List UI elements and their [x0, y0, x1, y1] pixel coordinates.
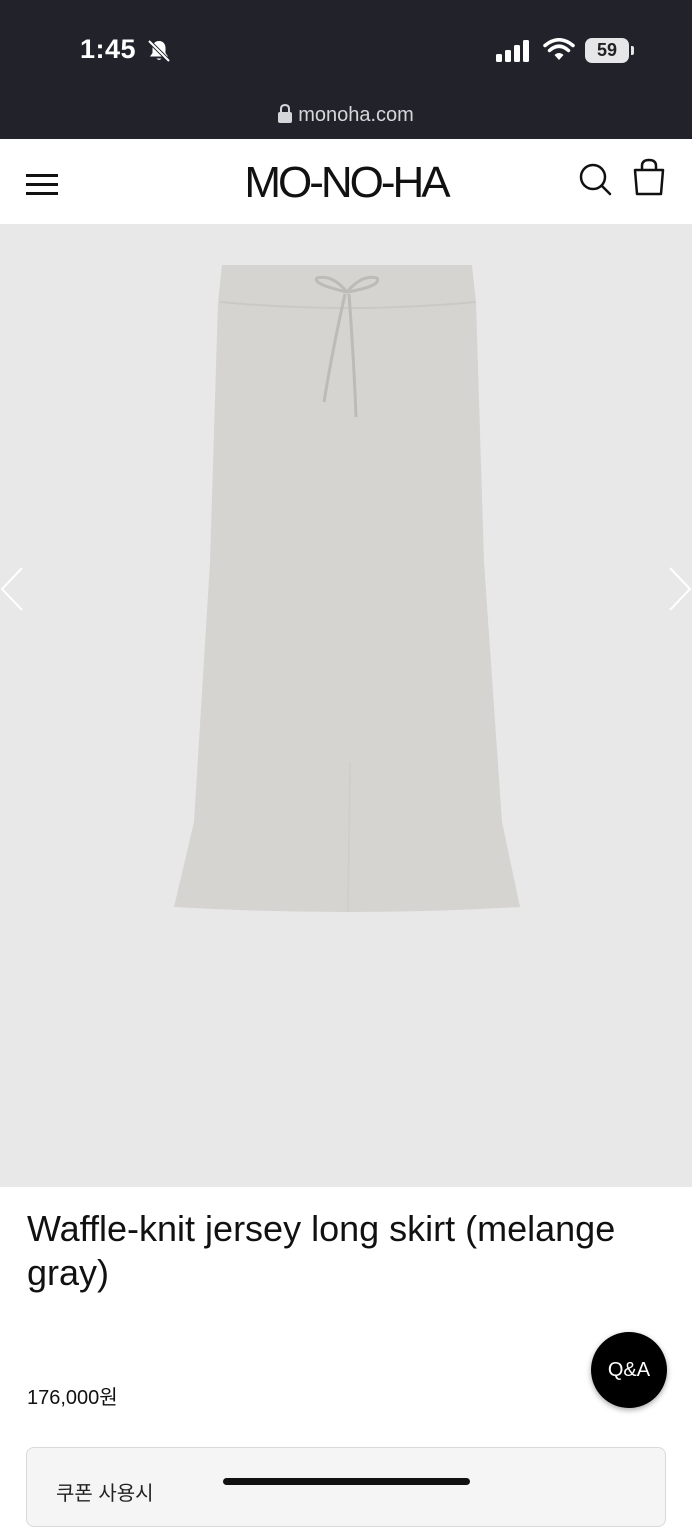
- site-logo[interactable]: MO-NO-HA: [232, 158, 460, 207]
- product-title: Waffle-knit jersey long skirt (melange g…: [27, 1208, 616, 1293]
- product-image: [172, 262, 522, 922]
- previous-image-arrow-icon[interactable]: [0, 566, 24, 617]
- next-image-arrow-icon[interactable]: [668, 566, 692, 617]
- battery-indicator: 59: [585, 38, 629, 63]
- address-bar[interactable]: monoha.com: [0, 103, 692, 129]
- lock-icon: [278, 103, 293, 129]
- bell-off-icon: [146, 38, 172, 69]
- logo-text: MO-NO-HA: [244, 158, 451, 204]
- home-indicator[interactable]: [223, 1478, 470, 1485]
- shopping-bag-icon[interactable]: [632, 158, 666, 201]
- qa-button[interactable]: Q&A: [591, 1332, 667, 1408]
- hamburger-menu-icon[interactable]: [26, 174, 58, 201]
- cellular-signal-icon: [496, 40, 532, 67]
- wifi-icon: [543, 38, 575, 67]
- coupon-label: 쿠폰 사용시: [56, 1483, 154, 1505]
- status-bar: 1:45 59 monoha.com: [0, 0, 692, 139]
- logo-mark: MO-NO-HA: [244, 158, 454, 207]
- battery-tip: [631, 46, 634, 55]
- status-time: 1:45: [80, 34, 137, 64]
- url-text: monoha.com: [298, 104, 414, 126]
- product-price: 176,000원: [27, 1387, 118, 1409]
- search-icon[interactable]: [578, 162, 612, 201]
